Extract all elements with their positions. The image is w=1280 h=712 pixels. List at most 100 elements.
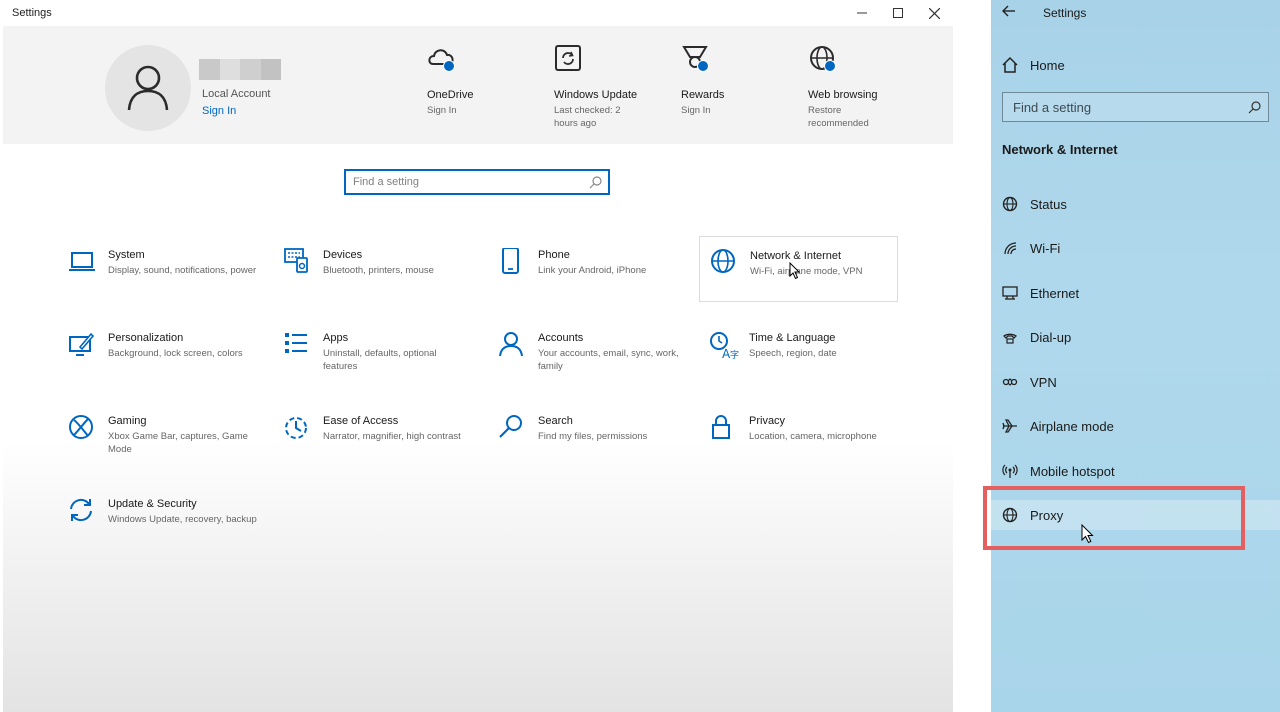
header-item-onedrive[interactable]: OneDrive Sign In xyxy=(427,44,537,117)
back-arrow-icon[interactable] xyxy=(1001,3,1017,19)
category-network-internet[interactable]: Network & Internet Wi-Fi, airplane mode,… xyxy=(699,236,898,302)
home-icon xyxy=(1002,56,1018,73)
nav-item-label: Status xyxy=(1030,196,1067,212)
header-item-windows-update[interactable]: Windows Update Last checked: 2 hours ago xyxy=(554,44,664,130)
sign-in-link[interactable]: Sign In xyxy=(202,105,236,117)
category-privacy[interactable]: Privacy Location, camera, microphone xyxy=(709,414,909,480)
time-language-icon: A字 xyxy=(710,332,739,361)
laptop-icon xyxy=(69,252,95,271)
nav-item-proxy[interactable]: Proxy xyxy=(991,500,1280,530)
home-nav[interactable]: Home xyxy=(1001,55,1065,75)
lock-icon xyxy=(712,415,730,439)
nav-item-wifi[interactable]: Wi-Fi xyxy=(991,233,1280,263)
category-time-language[interactable]: A字 Time & Language Speech, region, date xyxy=(709,331,909,397)
home-label: Home xyxy=(1030,57,1065,73)
svg-text:字: 字 xyxy=(730,349,739,361)
nav-item-label: Airplane mode xyxy=(1030,418,1114,434)
minimize-icon xyxy=(857,12,867,14)
xbox-icon xyxy=(69,415,93,439)
nav-item-airplane-mode[interactable]: Airplane mode xyxy=(991,411,1280,441)
category-apps[interactable]: Apps Uninstall, defaults, optional featu… xyxy=(283,331,483,397)
category-subtitle: Windows Update, recovery, backup xyxy=(108,514,257,525)
category-subtitle: Location, camera, microphone xyxy=(749,431,877,442)
header-item-subtitle: Sign In xyxy=(427,105,457,116)
nav-item-dialup[interactable]: Dial-up xyxy=(991,322,1280,352)
panel-search[interactable] xyxy=(1002,92,1269,122)
close-button[interactable] xyxy=(916,2,952,24)
search-icon xyxy=(1248,101,1261,114)
nav-item-vpn[interactable]: VPN xyxy=(991,367,1280,397)
header-item-title: Web browsing xyxy=(808,89,878,101)
nav-item-label: Mobile hotspot xyxy=(1030,463,1115,479)
window-title: Settings xyxy=(12,7,52,19)
search-input[interactable] xyxy=(346,171,608,193)
category-title: Phone xyxy=(538,249,570,261)
header-item-title: Rewards xyxy=(681,89,725,101)
vpn-icon xyxy=(1002,378,1018,386)
category-subtitle: Wi-Fi, airplane mode, VPN xyxy=(750,266,863,277)
ease-of-access-icon xyxy=(285,417,307,439)
nav-item-mobile-hotspot[interactable]: Mobile hotspot xyxy=(991,456,1280,486)
minimize-button[interactable] xyxy=(844,2,880,24)
nav-item-ethernet[interactable]: Ethernet xyxy=(991,278,1280,308)
account-name-redacted xyxy=(199,59,281,80)
category-devices[interactable]: Devices Bluetooth, printers, mouse xyxy=(283,248,483,314)
category-update-security[interactable]: Update & Security Windows Update, recove… xyxy=(68,497,268,563)
nav-item-label: Ethernet xyxy=(1030,285,1080,301)
header-item-rewards[interactable]: Rewards Sign In xyxy=(681,44,791,117)
header-item-web-browsing[interactable]: Web browsing Restore recommended xyxy=(808,44,918,130)
category-title: Gaming xyxy=(108,415,147,427)
category-title: Search xyxy=(538,415,573,427)
phone-icon xyxy=(502,248,519,274)
category-subtitle: Background, lock screen, colors xyxy=(108,348,243,359)
nav-item-label: Proxy xyxy=(1030,507,1064,523)
panel-title: Settings xyxy=(1043,6,1087,20)
sync-icon xyxy=(70,498,92,522)
category-system[interactable]: System Display, sound, notifications, po… xyxy=(68,248,268,314)
person-icon xyxy=(499,332,523,357)
category-subtitle: Xbox Game Bar, captures, Game Mode xyxy=(108,431,248,455)
person-icon xyxy=(127,65,169,111)
title-bar: Settings xyxy=(3,0,953,26)
avatar[interactable] xyxy=(105,45,191,131)
category-subtitle: Display, sound, notifications, power xyxy=(108,265,257,276)
category-subtitle: Link your Android, iPhone xyxy=(538,265,647,276)
nav-item-label: VPN xyxy=(1030,374,1057,390)
find-setting-search[interactable] xyxy=(344,169,610,195)
category-subtitle: Speech, region, date xyxy=(749,348,837,359)
category-personalization[interactable]: Personalization Background, lock screen,… xyxy=(68,331,268,397)
ethernet-icon xyxy=(1002,286,1018,300)
category-gaming[interactable]: Gaming Xbox Game Bar, captures, Game Mod… xyxy=(68,414,268,480)
airplane-icon xyxy=(1002,419,1017,433)
search-icon xyxy=(589,176,602,189)
category-title: Personalization xyxy=(108,332,184,344)
category-title: Ease of Access xyxy=(323,415,399,427)
category-accounts[interactable]: Accounts Your accounts, email, sync, wor… xyxy=(498,331,698,397)
account-type: Local Account xyxy=(202,88,271,100)
nav-item-label: Wi-Fi xyxy=(1030,240,1061,256)
header-item-title: OneDrive xyxy=(427,89,474,101)
close-icon xyxy=(928,7,940,19)
category-title: System xyxy=(108,249,145,261)
category-title: Devices xyxy=(323,249,363,261)
maximize-button[interactable] xyxy=(880,2,916,24)
category-title: Apps xyxy=(323,332,349,344)
category-phone[interactable]: Phone Link your Android, iPhone xyxy=(498,248,698,314)
category-search[interactable]: Search Find my files, permissions xyxy=(498,414,698,480)
category-title: Network & Internet xyxy=(750,250,842,262)
cloud-icon xyxy=(427,44,461,78)
header-item-title: Windows Update xyxy=(554,89,638,101)
network-side-panel: Settings Home Network & Internet Status … xyxy=(991,0,1280,712)
nav-item-label: Dial-up xyxy=(1030,329,1072,345)
category-ease-of-access[interactable]: Ease of Access Narrator, magnifier, high… xyxy=(283,414,483,480)
hotspot-icon xyxy=(1002,464,1018,478)
category-subtitle: Find my files, permissions xyxy=(538,431,648,442)
globe-icon xyxy=(711,249,735,273)
nav-item-status[interactable]: Status xyxy=(991,189,1280,219)
category-subtitle: Your accounts, email, sync, work, family xyxy=(538,348,679,372)
screen: Settings Local Account Sign In OneDrive … xyxy=(0,0,1280,712)
section-heading: Network & Internet xyxy=(1002,142,1118,157)
globe-icon xyxy=(1002,196,1018,212)
maximize-icon xyxy=(893,8,903,18)
panel-search-input[interactable] xyxy=(1003,93,1268,121)
